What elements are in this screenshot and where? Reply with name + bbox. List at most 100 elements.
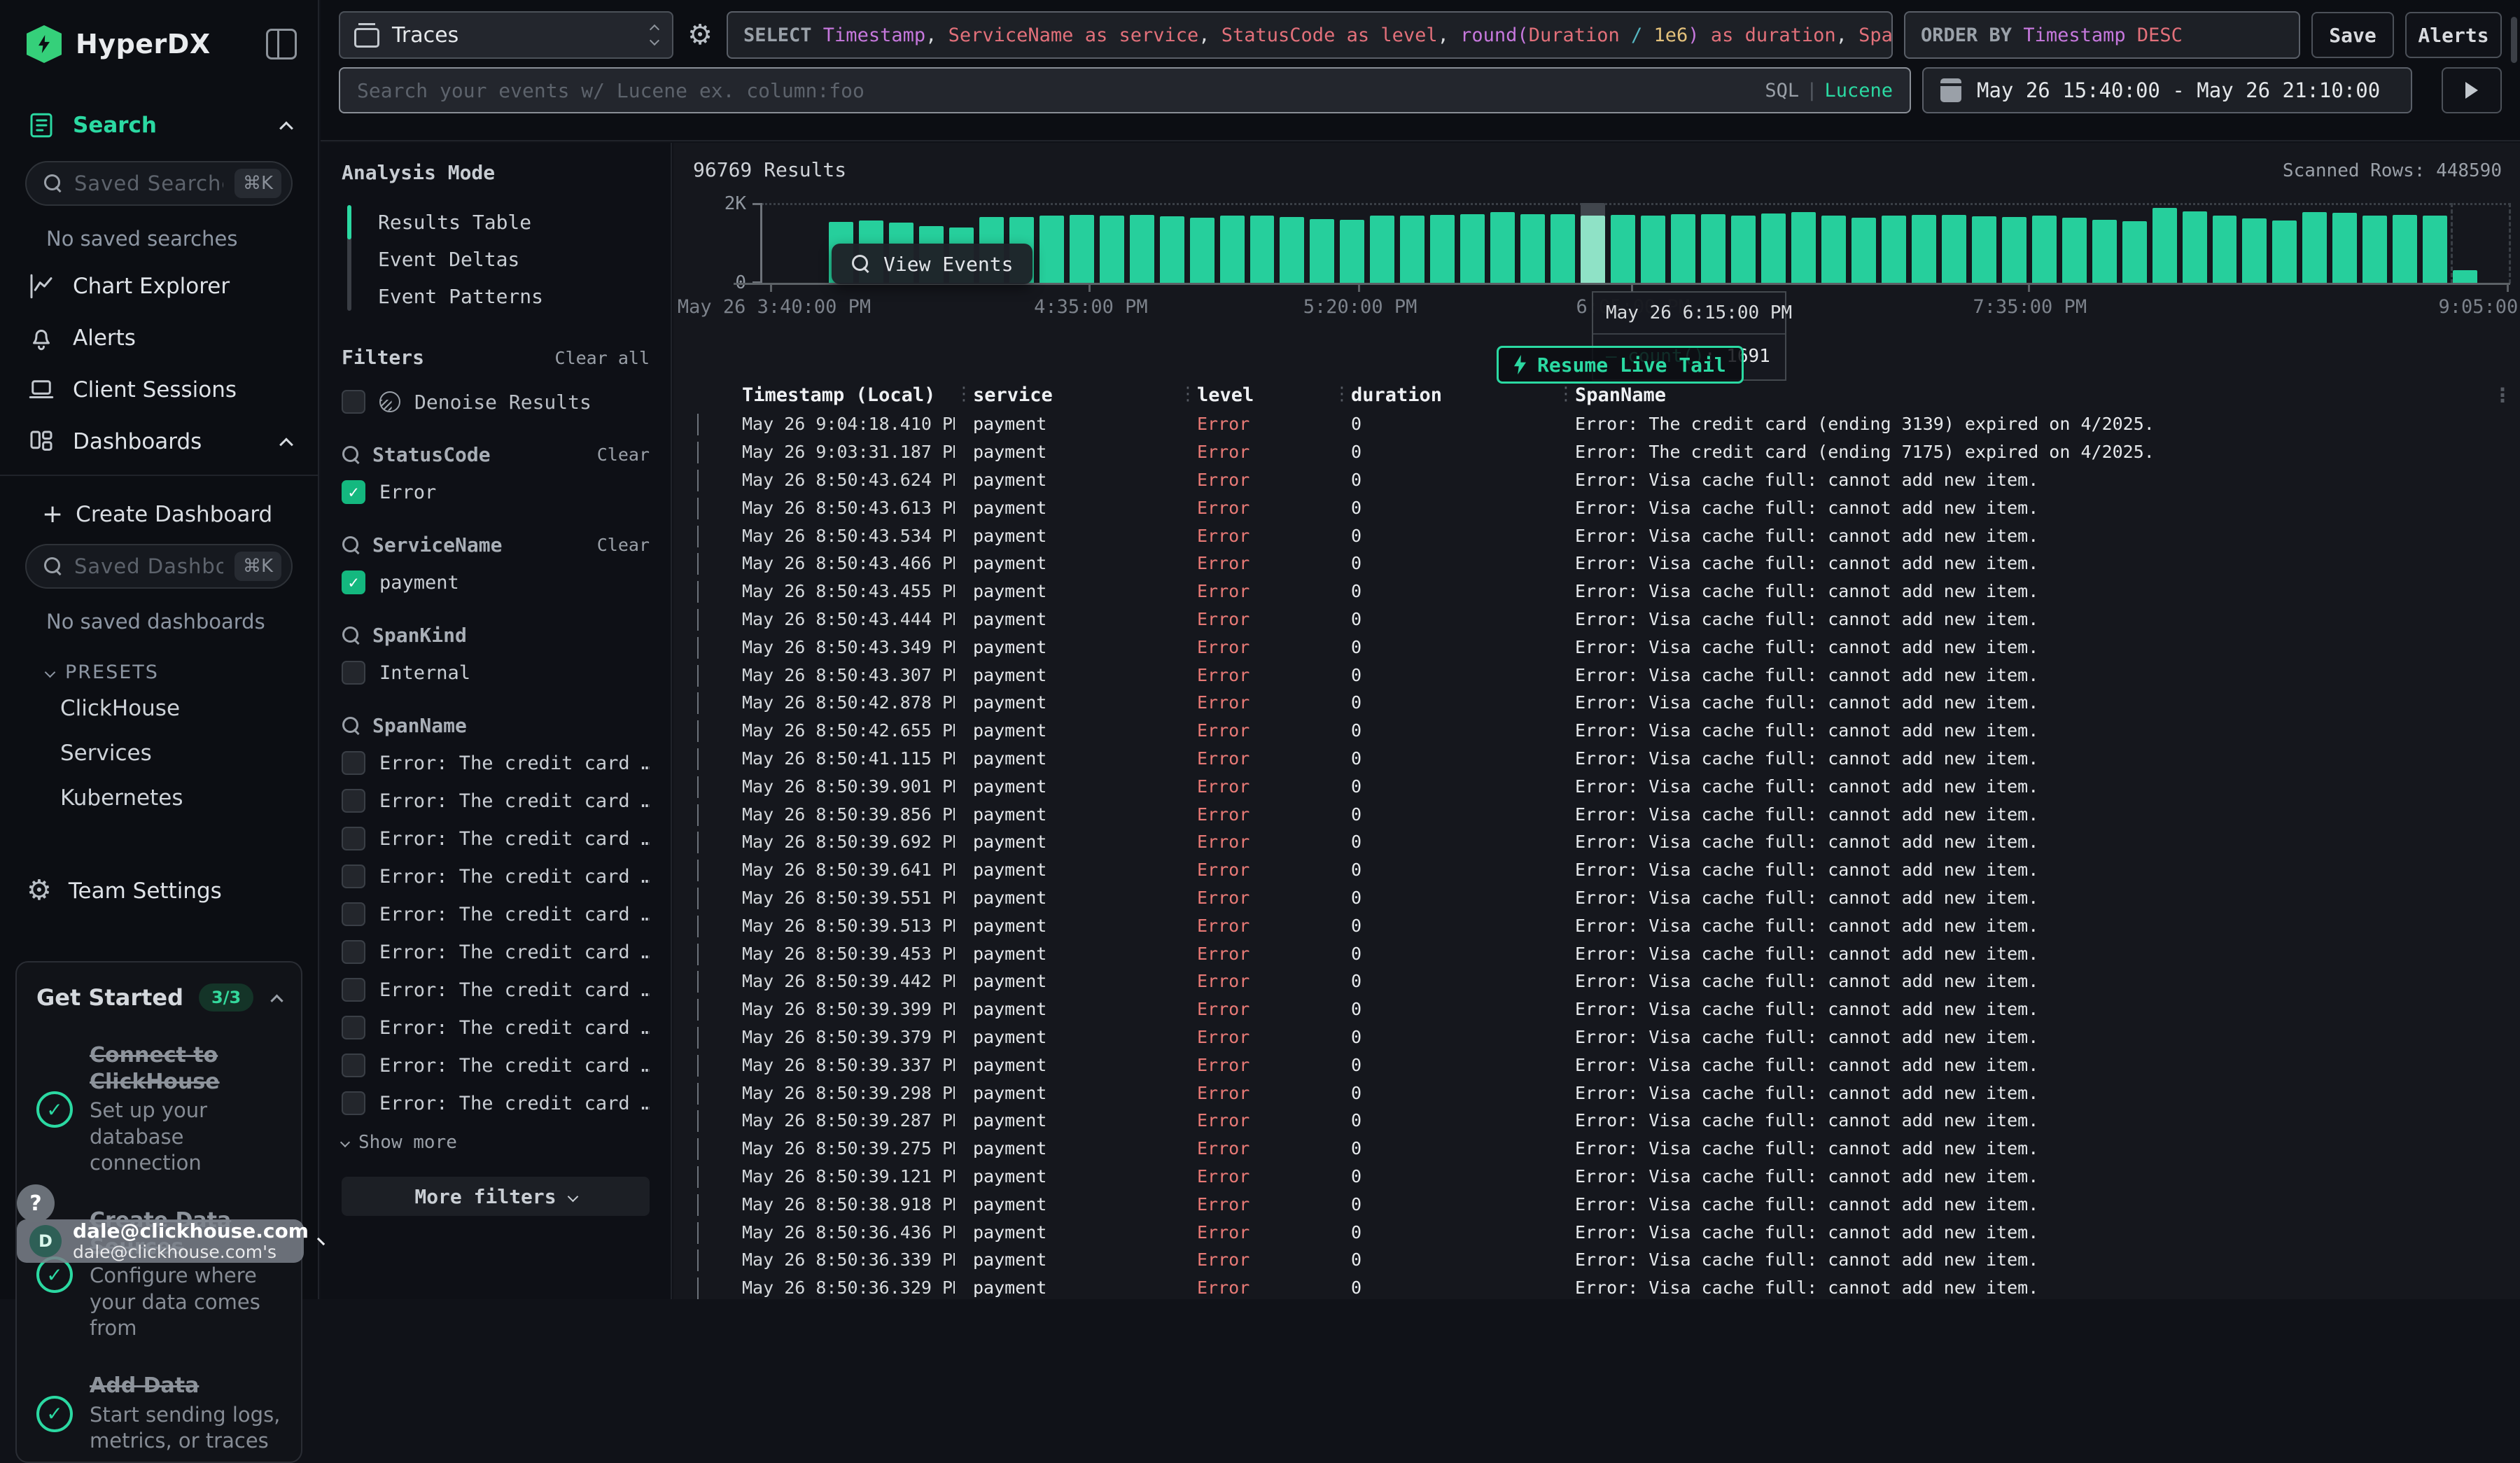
row-expand-chevron[interactable] — [690, 999, 724, 1019]
row-expand-chevron[interactable] — [690, 720, 724, 741]
row-expand-chevron[interactable] — [690, 971, 724, 991]
row-expand-chevron[interactable] — [690, 581, 724, 601]
sidebar-preset-link[interactable]: Kubernetes — [0, 776, 318, 820]
checkbox-unchecked[interactable] — [342, 751, 365, 775]
table-row[interactable]: May 26 8:50:39.641 PMpaymentError0Error:… — [673, 856, 2520, 884]
facet-option[interactable]: Error: The credit card … — [342, 902, 650, 926]
alerts-button[interactable]: Alerts — [2405, 12, 2502, 58]
histogram-bar[interactable] — [1337, 203, 1367, 284]
sidebar-preset-link[interactable]: ClickHouse — [0, 686, 318, 731]
table-row[interactable]: May 26 8:50:43.534 PMpaymentError0Error:… — [673, 522, 2520, 550]
table-row[interactable]: May 26 8:50:43.349 PMpaymentError0Error:… — [673, 633, 2520, 661]
histogram-bar[interactable] — [2450, 203, 2480, 284]
facet-clear-button[interactable]: Clear — [597, 535, 650, 555]
histogram-bar[interactable] — [1217, 203, 1247, 284]
histogram-bar[interactable] — [2390, 203, 2420, 284]
table-row[interactable]: May 26 8:50:39.856 PMpaymentError0Error:… — [673, 800, 2520, 828]
row-expand-chevron[interactable] — [690, 1083, 724, 1103]
table-row[interactable]: May 26 8:50:39.379 PMpaymentError0Error:… — [673, 1023, 2520, 1051]
checkbox-unchecked[interactable] — [342, 1016, 365, 1040]
row-expand-chevron[interactable] — [690, 637, 724, 657]
histogram-bar[interactable] — [2420, 203, 2450, 284]
histogram-bar[interactable] — [1247, 203, 1278, 284]
table-row[interactable]: May 26 8:50:43.307 PMpaymentError0Error:… — [673, 661, 2520, 689]
source-settings-button[interactable] — [685, 21, 715, 49]
histogram-bar[interactable] — [2180, 203, 2210, 284]
facet-option[interactable]: Error: The credit card … — [342, 827, 650, 850]
checkbox-checked[interactable] — [342, 480, 365, 504]
histogram-bar[interactable] — [2150, 203, 2180, 284]
table-row[interactable]: May 26 8:50:43.455 PMpaymentError0Error:… — [673, 578, 2520, 606]
row-expand-chevron[interactable] — [690, 776, 724, 797]
table-row[interactable]: May 26 9:04:18.410 PMpaymentError0Error:… — [673, 410, 2520, 438]
checkbox-unchecked[interactable] — [342, 1091, 365, 1115]
checkbox-unchecked[interactable] — [342, 978, 365, 1002]
table-row[interactable]: May 26 8:50:39.551 PMpaymentError0Error:… — [673, 884, 2520, 912]
table-row[interactable]: May 26 8:50:41.115 PMpaymentError0Error:… — [673, 745, 2520, 773]
saved-searches-input[interactable]: Saved Searches ⌘K — [25, 161, 293, 206]
row-expand-chevron[interactable] — [690, 916, 724, 936]
resume-live-tail-button[interactable]: Resume Live Tail — [1497, 346, 1744, 384]
histogram-bar[interactable] — [766, 203, 796, 284]
table-row[interactable]: May 26 8:50:43.444 PMpaymentError0Error:… — [673, 606, 2520, 634]
row-expand-chevron[interactable] — [690, 1166, 724, 1186]
row-expand-chevron[interactable] — [690, 1278, 724, 1298]
facet-option[interactable]: Error: The credit card … — [342, 1091, 650, 1115]
row-expand-chevron[interactable] — [690, 1110, 724, 1130]
analysis-mode-option[interactable]: Event Patterns — [347, 278, 650, 315]
histogram-bar[interactable] — [2360, 203, 2390, 284]
save-button[interactable]: Save — [2311, 12, 2394, 58]
histogram-bar[interactable] — [2269, 203, 2300, 284]
column-header-timestamp[interactable]: Timestamp (Local) — [724, 384, 955, 406]
facet-option[interactable]: Error: The credit card … — [342, 1016, 650, 1040]
histogram-bar[interactable] — [1457, 203, 1488, 284]
histogram-bar[interactable] — [1037, 203, 1067, 284]
table-row[interactable]: May 26 8:50:39.513 PMpaymentError0Error:… — [673, 911, 2520, 939]
row-expand-chevron[interactable] — [690, 442, 724, 462]
denoise-results-checkbox[interactable]: Denoise Results — [342, 390, 650, 414]
get-started-item[interactable]: ✓Add DataStart sending logs, metrics, or… — [36, 1373, 281, 1455]
row-expand-chevron[interactable] — [690, 1250, 724, 1270]
row-expand-chevron[interactable] — [690, 860, 724, 880]
run-query-button[interactable] — [2442, 67, 2502, 113]
checkbox-unchecked[interactable] — [342, 940, 365, 964]
checkbox-unchecked[interactable] — [342, 661, 365, 685]
sidebar-item-team-settings[interactable]: Team Settings — [0, 865, 318, 916]
facet-option[interactable]: Error: The credit card … — [342, 864, 650, 888]
facet-option[interactable]: Error: The credit card … — [342, 940, 650, 964]
table-row[interactable]: May 26 8:50:42.655 PMpaymentError0Error:… — [673, 717, 2520, 745]
row-expand-chevron[interactable] — [690, 414, 724, 434]
table-row[interactable]: May 26 8:50:43.624 PMpaymentError0Error:… — [673, 466, 2520, 494]
presets-toggle[interactable]: PRESETS — [0, 643, 318, 686]
histogram-bar[interactable] — [1698, 203, 1728, 284]
row-expand-chevron[interactable] — [690, 748, 724, 769]
histogram-bar[interactable] — [1969, 203, 1999, 284]
row-expand-chevron[interactable] — [690, 888, 724, 908]
checkbox-unchecked[interactable] — [342, 390, 365, 414]
more-filters-button[interactable]: More filters — [342, 1177, 650, 1216]
row-expand-chevron[interactable] — [690, 498, 724, 518]
row-expand-chevron[interactable] — [690, 1222, 724, 1242]
table-row[interactable]: May 26 8:50:42.878 PMpaymentError0Error:… — [673, 689, 2520, 717]
histogram-bar[interactable] — [2480, 203, 2510, 284]
table-row[interactable]: May 26 8:50:39.453 PMpaymentError0Error:… — [673, 939, 2520, 967]
table-row[interactable]: May 26 8:50:39.901 PMpaymentError0Error:… — [673, 772, 2520, 800]
checkbox-unchecked[interactable] — [342, 827, 365, 850]
row-expand-chevron[interactable] — [690, 944, 724, 964]
analysis-mode-option[interactable]: Event Deltas — [347, 241, 650, 278]
table-row[interactable]: May 26 8:50:39.692 PMpaymentError0Error:… — [673, 828, 2520, 856]
histogram-bar[interactable] — [1307, 203, 1337, 284]
column-header-level[interactable]: ⋮level — [1179, 384, 1333, 406]
table-row[interactable]: May 26 8:50:43.613 PMpaymentError0Error:… — [673, 493, 2520, 522]
source-select[interactable]: Traces — [339, 11, 673, 59]
facet-option[interactable]: Error: The credit card … — [342, 789, 650, 813]
histogram-bar[interactable] — [2120, 203, 2150, 284]
search-events-input[interactable]: Search your events w/ Lucene ex. column:… — [339, 67, 1911, 113]
histogram-bar[interactable] — [796, 203, 826, 284]
table-row[interactable]: May 26 8:50:39.275 PMpaymentError0Error:… — [673, 1135, 2520, 1163]
facet-option[interactable]: payment — [342, 570, 650, 594]
row-expand-chevron[interactable] — [690, 1055, 724, 1075]
facet-option[interactable]: Error: The credit card … — [342, 1054, 650, 1077]
clear-all-button[interactable]: Clear all — [555, 348, 650, 368]
table-menu-icon[interactable]: ⋮ — [2485, 384, 2520, 407]
